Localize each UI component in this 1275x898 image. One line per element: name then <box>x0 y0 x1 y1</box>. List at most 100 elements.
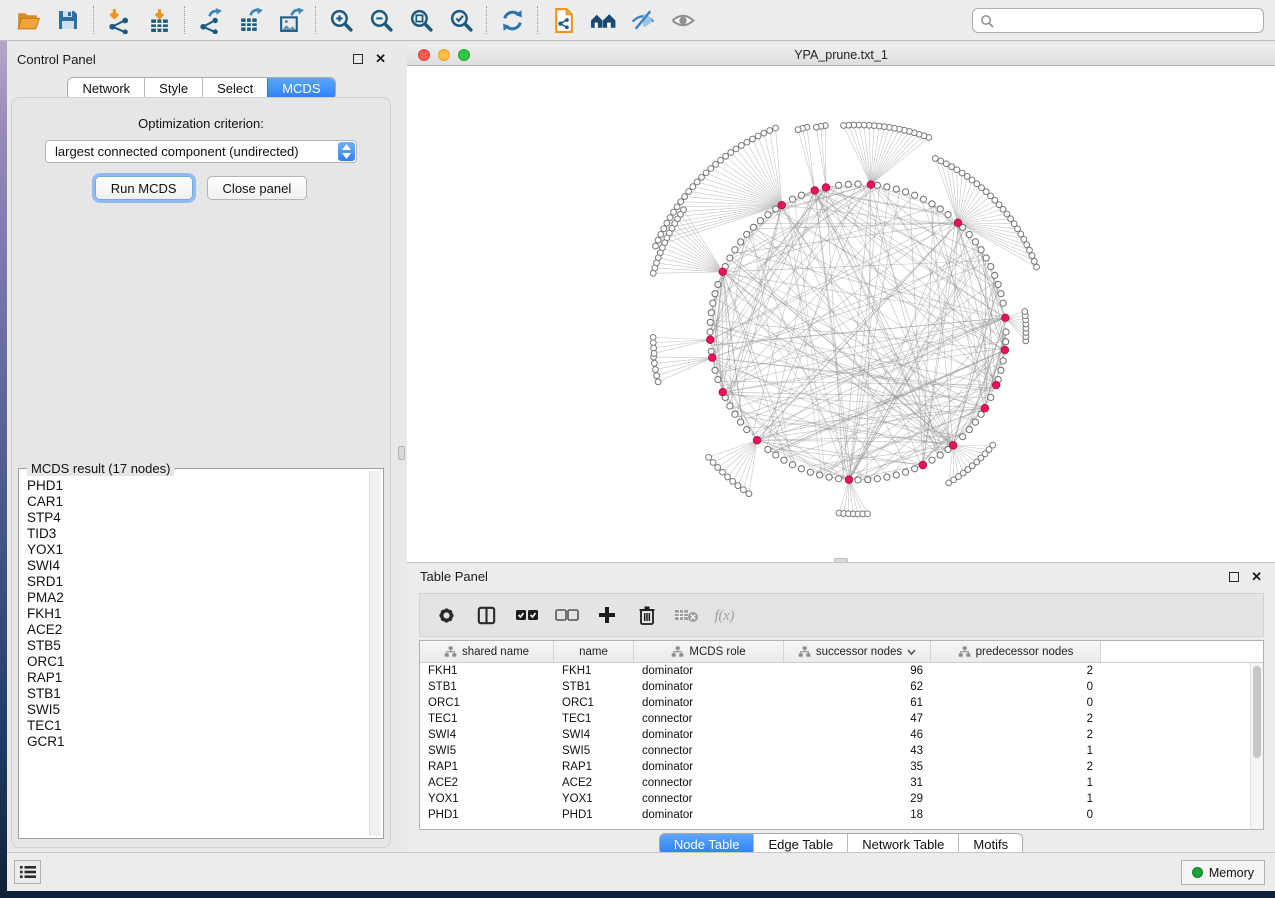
cell-shared-name[interactable]: FKH1 <box>420 663 554 679</box>
cell-predecessor-nodes[interactable]: 0 <box>931 679 1101 695</box>
graph-node[interactable] <box>710 460 716 466</box>
table-row[interactable]: FKH1FKH1dominator962 <box>420 663 1263 679</box>
export-network-icon[interactable] <box>190 3 230 37</box>
graph-node[interactable] <box>713 161 719 167</box>
cell-mcds-role[interactable]: dominator <box>634 727 784 743</box>
graph-node[interactable] <box>706 454 712 460</box>
add-column-icon[interactable] <box>593 601 620 629</box>
graph-node[interactable] <box>678 199 684 205</box>
graph-node[interactable] <box>703 170 709 176</box>
graph-node[interactable] <box>733 146 739 152</box>
search-box[interactable] <box>972 8 1264 33</box>
mcds-hub-node[interactable] <box>867 181 875 189</box>
cell-name[interactable]: ORC1 <box>554 695 634 711</box>
graph-node[interactable] <box>650 270 656 276</box>
graph-node[interactable] <box>667 215 673 221</box>
cell-name[interactable]: SWI5 <box>554 743 634 759</box>
graph-node[interactable] <box>874 476 880 482</box>
graph-node[interactable] <box>708 310 714 316</box>
cell-mcds-role[interactable]: dominator <box>634 663 784 679</box>
graph-node[interactable] <box>694 179 700 185</box>
control-tab-style[interactable]: Style <box>144 78 202 99</box>
graph-node[interactable] <box>715 281 721 287</box>
memory-button[interactable]: Memory <box>1181 860 1265 885</box>
mcds-hub-node[interactable] <box>719 388 727 396</box>
graph-node[interactable] <box>789 462 795 468</box>
cell-successor-nodes[interactable]: 35 <box>784 759 931 775</box>
mcds-hub-node[interactable] <box>919 461 927 469</box>
graph-node[interactable] <box>966 426 972 432</box>
save-session-icon[interactable] <box>48 3 88 37</box>
graph-node[interactable] <box>730 478 736 484</box>
cell-name[interactable]: FKH1 <box>554 663 634 679</box>
graph-node[interactable] <box>735 483 741 489</box>
graph-node[interactable] <box>712 291 718 297</box>
splitter-handle[interactable] <box>398 446 405 460</box>
graph-node[interactable] <box>739 143 745 149</box>
graph-node[interactable] <box>813 124 819 130</box>
graph-node[interactable] <box>755 133 761 139</box>
graph-node[interactable] <box>728 150 734 156</box>
cell-successor-nodes[interactable]: 47 <box>784 711 931 727</box>
vertical-splitter[interactable] <box>396 41 407 852</box>
graph-node[interactable] <box>674 204 680 210</box>
cell-shared-name[interactable]: PHD1 <box>420 807 554 823</box>
table-row[interactable]: ORC1ORC1dominator610 <box>420 695 1263 711</box>
graph-node[interactable] <box>874 182 880 188</box>
graph-node[interactable] <box>707 319 713 325</box>
cell-name[interactable]: SWI4 <box>554 727 634 743</box>
graph-node[interactable] <box>798 192 804 198</box>
cell-name[interactable]: PHD1 <box>554 807 634 823</box>
graph-node[interactable] <box>761 130 767 136</box>
graph-node[interactable] <box>789 196 795 202</box>
cell-mcds-role[interactable]: dominator <box>634 695 784 711</box>
graph-node[interactable] <box>937 206 943 212</box>
run-mcds-button[interactable]: Run MCDS <box>95 176 193 200</box>
graph-node[interactable] <box>744 231 750 237</box>
graph-node[interactable] <box>807 469 813 475</box>
graph-node[interactable] <box>773 125 779 131</box>
graph-node[interactable] <box>865 511 871 517</box>
graph-node[interactable] <box>715 376 721 382</box>
network-canvas[interactable] <box>407 66 1275 562</box>
graph-node[interactable] <box>653 243 659 249</box>
graph-node[interactable] <box>983 255 989 261</box>
show-columns-icon[interactable] <box>473 601 500 629</box>
table-scrollbar[interactable] <box>1250 663 1263 829</box>
hide-selection-icon[interactable] <box>623 3 663 37</box>
graph-node[interactable] <box>865 477 871 483</box>
graph-node[interactable] <box>750 136 756 142</box>
mcds-list-scrollbar[interactable] <box>369 471 381 836</box>
graph-node[interactable] <box>884 184 890 190</box>
cell-successor-nodes[interactable]: 62 <box>784 679 931 695</box>
mcds-node-item[interactable]: TID3 <box>27 526 367 542</box>
cell-shared-name[interactable]: STB1 <box>420 679 554 695</box>
cell-successor-nodes[interactable]: 96 <box>784 663 931 679</box>
mcds-node-item[interactable]: CAR1 <box>27 494 367 510</box>
graph-node[interactable] <box>737 419 743 425</box>
graph-node[interactable] <box>1034 264 1040 270</box>
cell-predecessor-nodes[interactable]: 2 <box>931 711 1101 727</box>
graph-node[interactable] <box>708 348 714 354</box>
graph-node[interactable] <box>972 239 978 245</box>
mcds-node-item[interactable]: SWI5 <box>27 702 367 718</box>
graph-node[interactable] <box>655 237 661 243</box>
control-tab-select[interactable]: Select <box>202 78 267 99</box>
graph-node[interactable] <box>1000 358 1006 364</box>
graph-node[interactable] <box>912 192 918 198</box>
mcds-node-item[interactable]: RAP1 <box>27 670 367 686</box>
graph-node[interactable] <box>954 167 960 173</box>
mcds-node-item[interactable]: SWI4 <box>27 558 367 574</box>
mcds-node-item[interactable]: STB5 <box>27 638 367 654</box>
cell-successor-nodes[interactable]: 29 <box>784 791 931 807</box>
mcds-hub-node[interactable] <box>954 219 962 227</box>
graph-node[interactable] <box>938 158 944 164</box>
graph-node[interactable] <box>995 281 1001 287</box>
graph-node[interactable] <box>902 189 908 195</box>
graph-node[interactable] <box>658 232 664 238</box>
graph-node[interactable] <box>826 474 832 480</box>
optimization-criterion-select[interactable]: largest connected component (undirected) <box>45 140 357 163</box>
mcds-result-list[interactable]: PHD1CAR1STP4TID3YOX1SWI4SRD1PMA2FKH1ACE2… <box>22 472 367 835</box>
graph-node[interactable] <box>690 184 696 190</box>
graph-node[interactable] <box>746 491 752 497</box>
